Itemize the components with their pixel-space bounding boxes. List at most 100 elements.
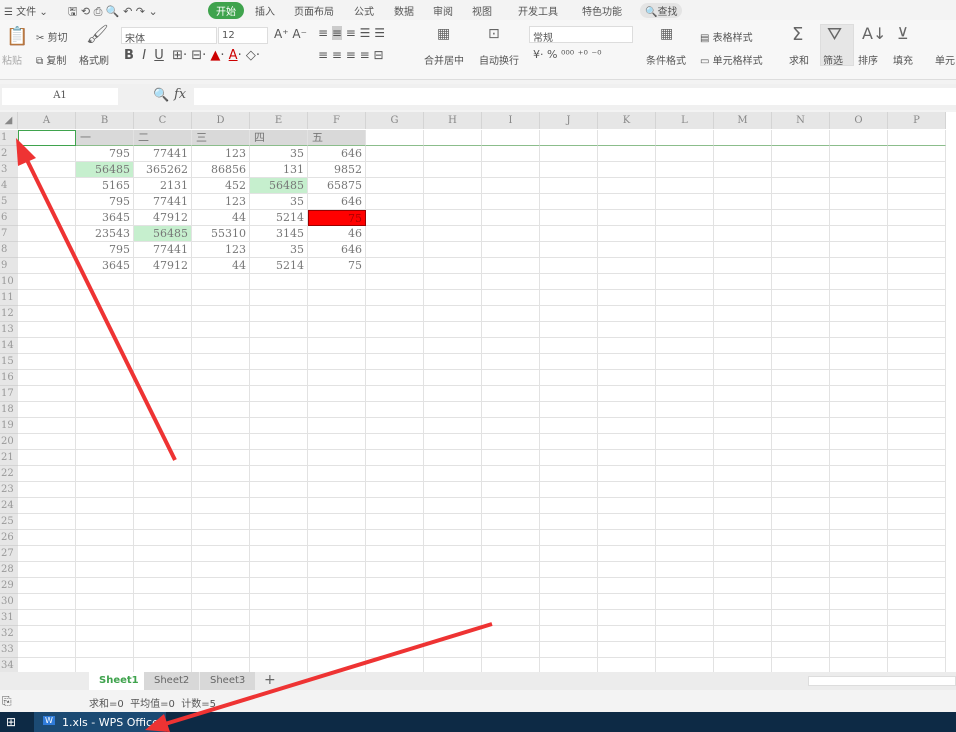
cell[interactable] (366, 626, 424, 642)
cell[interactable]: 795 (76, 242, 134, 258)
cell[interactable] (656, 242, 714, 258)
file-menu[interactable]: ☰ 文件 ⌄ (4, 3, 48, 18)
cell[interactable]: 65875 (308, 178, 366, 194)
cell[interactable] (888, 322, 946, 338)
cell[interactable] (888, 482, 946, 498)
cell[interactable] (250, 594, 308, 610)
cell[interactable] (134, 370, 192, 386)
cell[interactable]: 47912 (134, 210, 192, 226)
cell[interactable] (598, 194, 656, 210)
cell[interactable] (366, 354, 424, 370)
row-header[interactable]: 9 (0, 258, 18, 274)
cell[interactable] (772, 418, 830, 434)
cell[interactable] (888, 562, 946, 578)
cell[interactable] (308, 642, 366, 658)
cell[interactable] (424, 402, 482, 418)
cell[interactable] (308, 306, 366, 322)
merge-icon[interactable]: ▦ (437, 26, 450, 42)
column-header[interactable]: E (250, 112, 308, 129)
cell[interactable] (888, 386, 946, 402)
cell[interactable] (250, 658, 308, 672)
cell[interactable] (192, 530, 250, 546)
cell[interactable] (76, 658, 134, 672)
cell[interactable] (424, 210, 482, 226)
cell[interactable] (424, 482, 482, 498)
cell[interactable]: 86856 (192, 162, 250, 178)
row-header[interactable]: 12 (0, 306, 18, 322)
cell[interactable] (18, 626, 76, 642)
cell[interactable] (134, 466, 192, 482)
cell[interactable] (366, 658, 424, 672)
column-header[interactable]: K (598, 112, 656, 129)
cell[interactable] (772, 610, 830, 626)
cell[interactable] (540, 498, 598, 514)
cell[interactable] (76, 434, 134, 450)
cell[interactable] (598, 546, 656, 562)
wrap-button[interactable]: 自动换行 (479, 52, 519, 67)
column-header[interactable]: O (830, 112, 888, 129)
cell[interactable] (714, 610, 772, 626)
row-header[interactable]: 7 (0, 226, 18, 242)
row-header[interactable]: 18 (0, 402, 18, 418)
cell[interactable] (134, 562, 192, 578)
row-header[interactable]: 26 (0, 530, 18, 546)
cell[interactable] (366, 466, 424, 482)
cell[interactable] (18, 258, 76, 274)
cell[interactable] (18, 594, 76, 610)
cell[interactable] (830, 594, 888, 610)
cell[interactable] (134, 594, 192, 610)
cell[interactable] (540, 338, 598, 354)
cell[interactable] (308, 658, 366, 672)
cell[interactable] (366, 162, 424, 178)
column-header[interactable]: J (540, 112, 598, 129)
cell[interactable] (482, 562, 540, 578)
cell[interactable] (830, 514, 888, 530)
cell[interactable] (656, 578, 714, 594)
cell[interactable] (424, 146, 482, 162)
cell[interactable] (366, 594, 424, 610)
name-box[interactable]: A1 (2, 88, 118, 105)
cell[interactable] (714, 418, 772, 434)
sort-button[interactable]: 排序 (858, 52, 878, 67)
cell[interactable] (482, 386, 540, 402)
cell[interactable] (888, 610, 946, 626)
cell[interactable] (888, 194, 946, 210)
cell[interactable] (540, 658, 598, 672)
sort-icon[interactable]: A↓ (862, 24, 886, 43)
cell[interactable] (192, 578, 250, 594)
row-header[interactable]: 15 (0, 354, 18, 370)
cell[interactable] (482, 642, 540, 658)
cell[interactable] (888, 402, 946, 418)
cell[interactable] (366, 290, 424, 306)
cell[interactable] (76, 386, 134, 402)
format-painter-button[interactable]: 格式刷 (79, 52, 109, 67)
cell[interactable] (540, 226, 598, 242)
cell[interactable] (366, 242, 424, 258)
cell[interactable] (714, 162, 772, 178)
number-format-select[interactable]: 常规 (529, 26, 633, 44)
cell[interactable] (714, 530, 772, 546)
cell[interactable] (656, 274, 714, 290)
cell[interactable] (772, 562, 830, 578)
cell[interactable] (76, 610, 134, 626)
cell[interactable] (308, 290, 366, 306)
cell[interactable] (482, 514, 540, 530)
cell[interactable] (540, 514, 598, 530)
font-size-select[interactable]: 12 (218, 27, 268, 44)
cell[interactable] (540, 610, 598, 626)
cell[interactable]: 5214 (250, 258, 308, 274)
cell[interactable] (714, 146, 772, 162)
cell[interactable] (772, 530, 830, 546)
cell[interactable] (192, 370, 250, 386)
cell[interactable] (366, 194, 424, 210)
cell[interactable] (482, 146, 540, 162)
cell[interactable] (308, 514, 366, 530)
cell[interactable] (482, 610, 540, 626)
cell[interactable]: 四 (250, 130, 308, 146)
cell[interactable] (598, 146, 656, 162)
cell[interactable] (830, 642, 888, 658)
cell[interactable] (308, 370, 366, 386)
cell[interactable] (598, 274, 656, 290)
cell[interactable] (18, 434, 76, 450)
cell[interactable] (482, 338, 540, 354)
